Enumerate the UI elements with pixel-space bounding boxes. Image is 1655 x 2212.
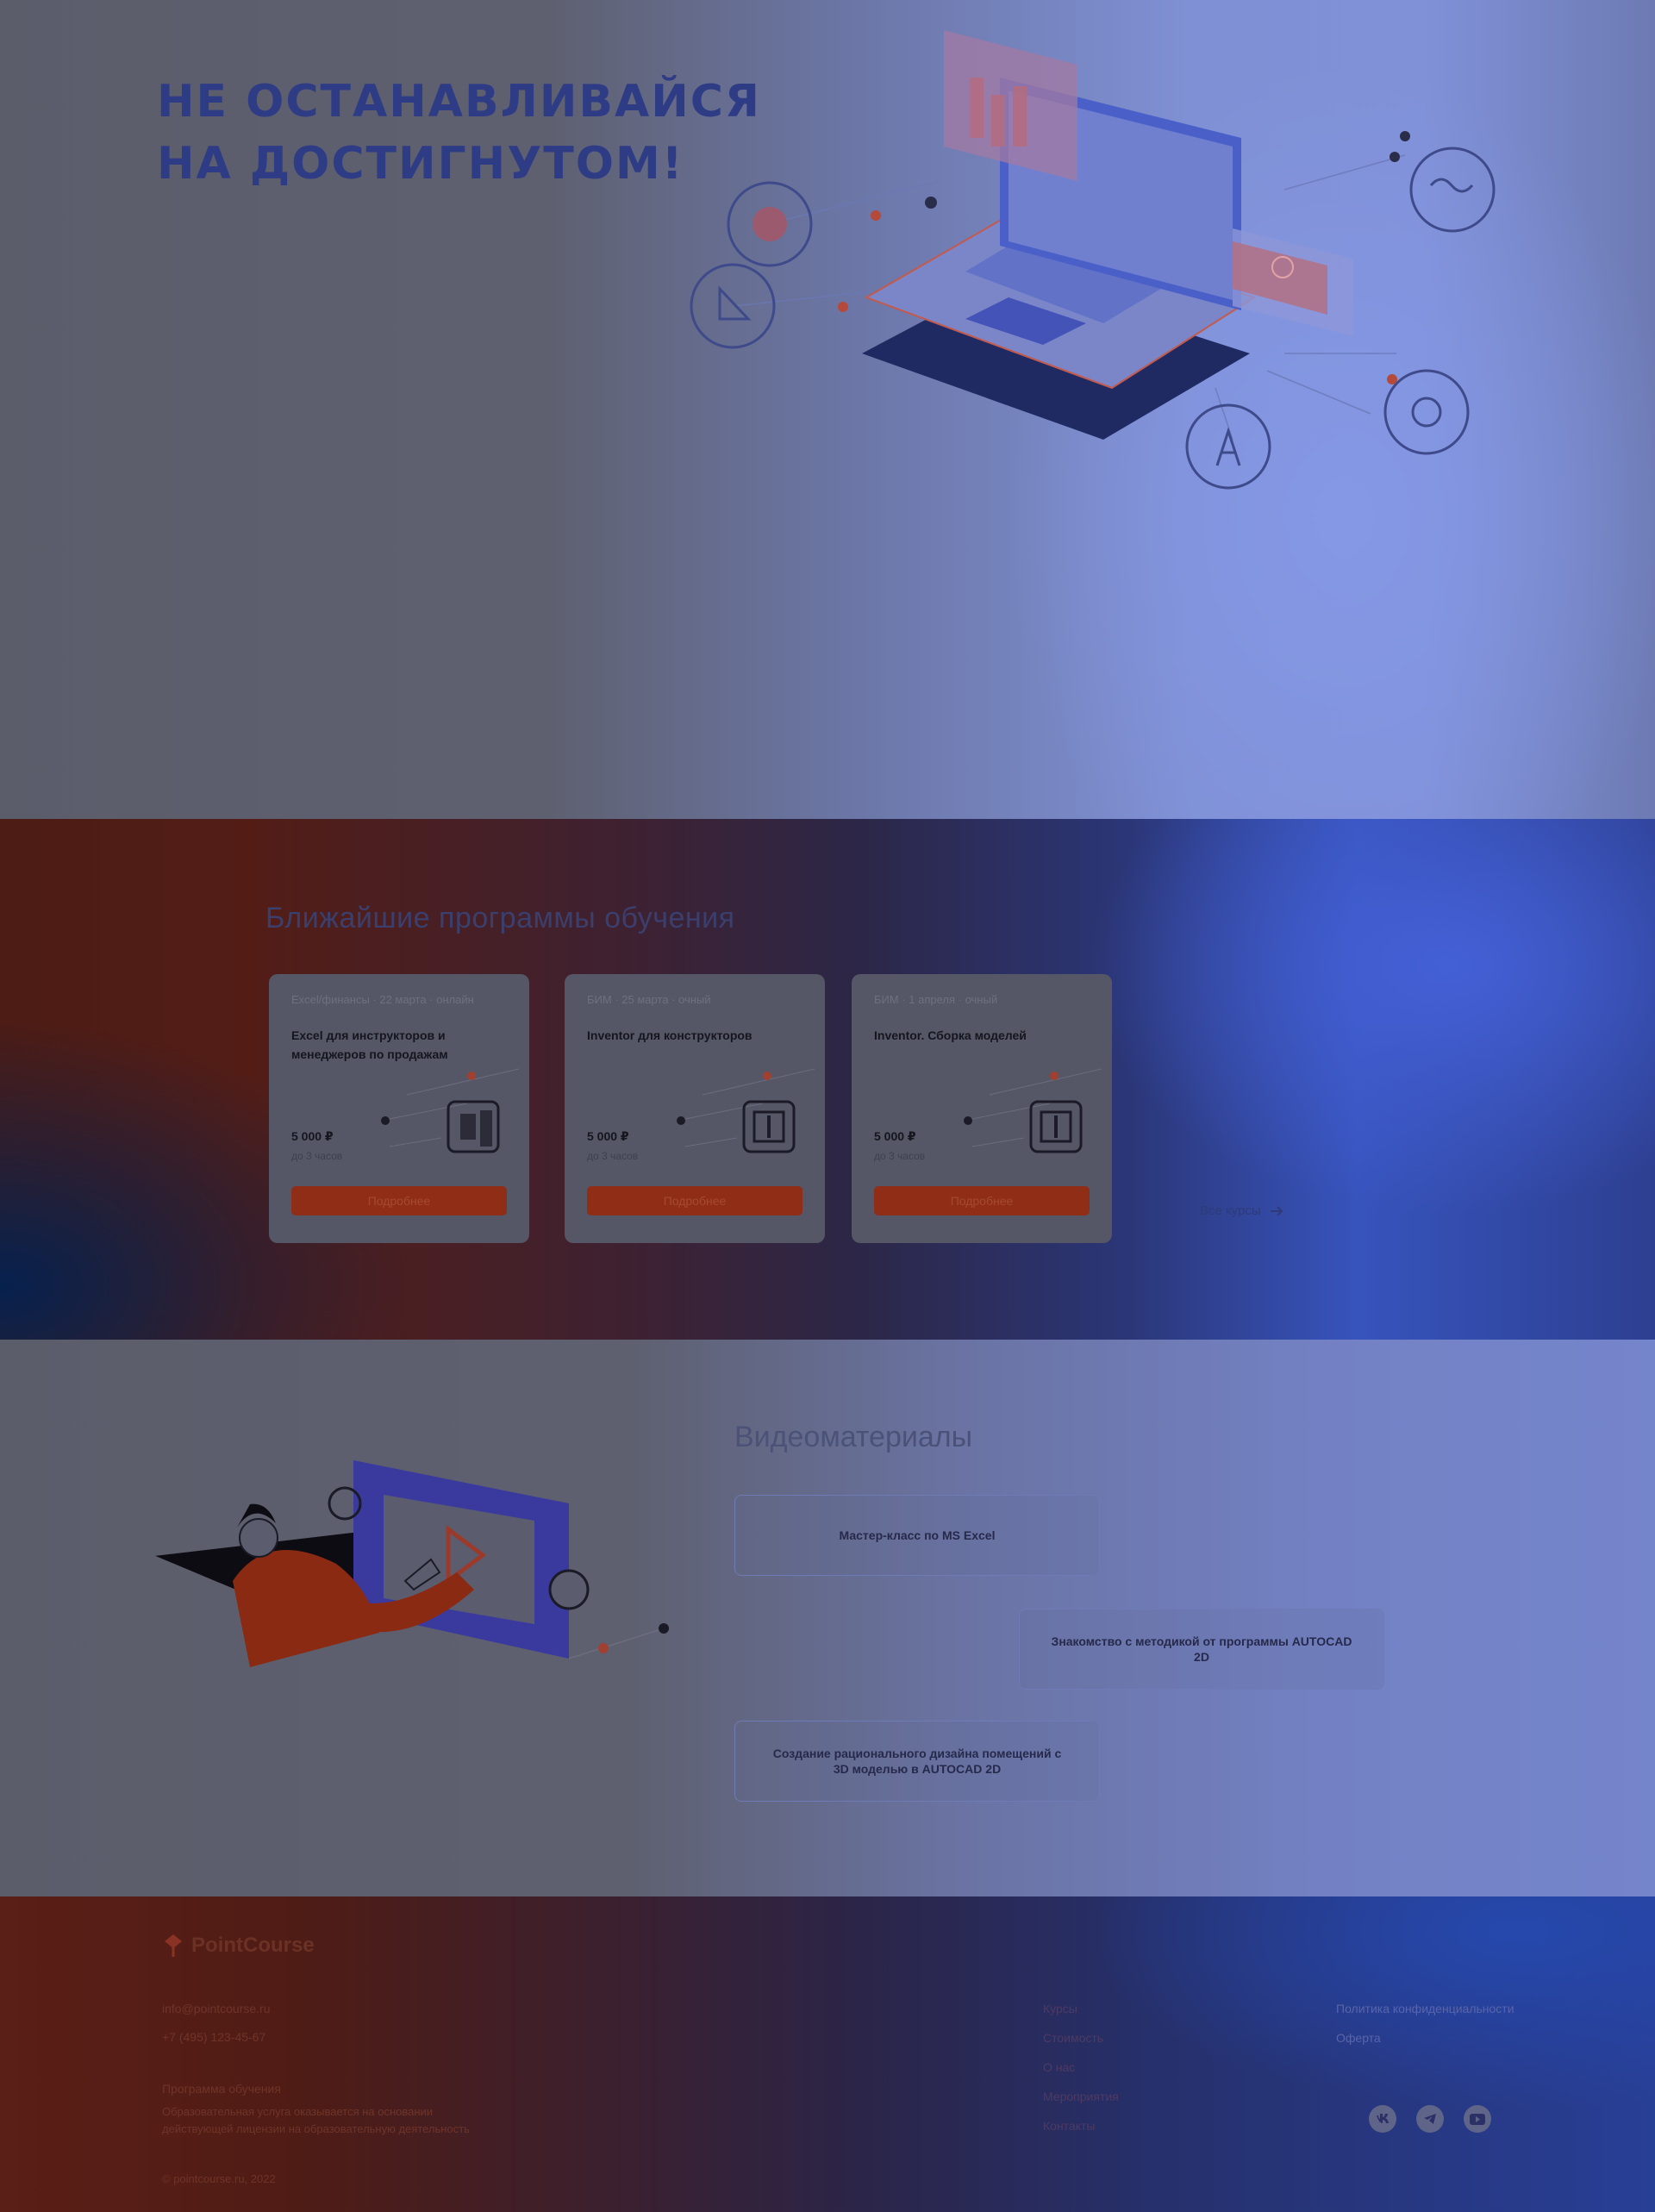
footer-nav-link[interactable]: О нас xyxy=(1043,2060,1075,2074)
logo-icon xyxy=(165,1934,182,1957)
course-card-meta: БИМ · 25 марта · очный xyxy=(587,993,711,1006)
course-card-meta: БИМ · 1 апреля · очный xyxy=(874,993,998,1006)
footer-info-line: действующей лицензии на образовательную … xyxy=(162,2122,470,2135)
all-courses-link[interactable]: Все курсы xyxy=(1200,1203,1283,1218)
footer-offer-link[interactable]: Оферта xyxy=(1336,2031,1381,2045)
course-card-title: Excel для инструкторов и менеджеров по п… xyxy=(291,1028,448,1061)
course-card[interactable]: БИМ · 25 марта · очный Inventor для конс… xyxy=(565,974,825,1243)
footer-email-link[interactable]: info@pointcourse.ru xyxy=(162,2002,271,2015)
course-details-button[interactable]: Подробнее xyxy=(587,1186,803,1215)
course-card-price-note: до 3 часов xyxy=(291,1150,343,1162)
video-lesson-illustration xyxy=(155,1460,669,1667)
footer-nav-link[interactable]: Курсы xyxy=(1043,2002,1077,2015)
course-details-button[interactable]: Подробнее xyxy=(291,1186,507,1215)
footer-info-title: Программа обучения xyxy=(162,2082,281,2096)
footer-nav-link[interactable]: Контакты xyxy=(1043,2119,1095,2133)
footer-privacy-link[interactable]: Политика конфиденциальности xyxy=(1336,2002,1514,2015)
footer-nav-link[interactable]: Стоимость xyxy=(1043,2031,1103,2045)
site-footer: PointCourse info@pointcourse.ru +7 (495)… xyxy=(0,1896,1655,2212)
course-card[interactable]: БИМ · 1 апреля · очный Inventor. Сборка … xyxy=(852,974,1112,1243)
course-card-price: 5 000 ₽ xyxy=(874,1129,916,1143)
vk-icon[interactable] xyxy=(1369,2105,1396,2133)
telegram-icon[interactable] xyxy=(1416,2105,1444,2133)
arrow-right-icon xyxy=(1270,1205,1283,1216)
course-card-title: Inventor для конструкторов xyxy=(587,1028,753,1042)
youtube-glyph-icon xyxy=(1470,2113,1485,2125)
footer-nav-link[interactable]: Мероприятия xyxy=(1043,2090,1119,2103)
course-card-price: 5 000 ₽ xyxy=(291,1129,334,1143)
telegram-glyph-icon xyxy=(1424,2114,1436,2124)
course-details-button[interactable]: Подробнее xyxy=(874,1186,1090,1215)
course-card-price-note: до 3 часов xyxy=(874,1150,926,1162)
videos-section: Видеоматериалы Мастер-класс по MS Excel … xyxy=(0,1340,1655,1896)
hero-title-line2: НА ДОСТИГНУТОМ! xyxy=(157,138,684,190)
course-card-title: Inventor. Сборка моделей xyxy=(874,1028,1027,1042)
course-card[interactable]: Excel/финансы · 22 марта · онлайн Excel … xyxy=(269,974,529,1243)
video-item[interactable]: Создание рационального дизайна помещений… xyxy=(734,1721,1100,1802)
video-item[interactable]: Знакомство с методикой от программы AUTO… xyxy=(1019,1609,1384,1690)
course-card-price-note: до 3 часов xyxy=(587,1150,639,1162)
hero-section: НЕ ОСТАНАВЛИВАЙСЯ НА ДОСТИГНУТОМ! xyxy=(0,0,1655,819)
youtube-icon[interactable] xyxy=(1464,2105,1491,2133)
programs-heading: Ближайшие программы обучения xyxy=(265,902,735,934)
laptop-illustration xyxy=(690,30,1496,490)
hero-title: НЕ ОСТАНАВЛИВАЙСЯ НА ДОСТИГНУТОМ! xyxy=(157,71,761,195)
course-card-price: 5 000 ₽ xyxy=(587,1129,629,1143)
hero-title-line1: НЕ ОСТАНАВЛИВАЙСЯ xyxy=(157,76,761,128)
footer-logo[interactable]: PointCourse xyxy=(162,1933,315,1959)
all-courses-label: Все курсы xyxy=(1200,1203,1261,1218)
footer-info-line: Образовательная услуга оказывается на ос… xyxy=(162,2105,434,2118)
vk-glyph-icon xyxy=(1377,2114,1389,2123)
programs-section: Ближайшие программы обучения Excel/финан… xyxy=(0,819,1655,1340)
footer-copyright: © pointcourse.ru, 2022 xyxy=(162,2172,276,2185)
footer-phone-link[interactable]: +7 (495) 123-45-67 xyxy=(162,2030,265,2044)
video-item[interactable]: Мастер-класс по MS Excel xyxy=(734,1495,1100,1576)
logo-text: PointCourse xyxy=(191,1934,315,1957)
videos-heading: Видеоматериалы xyxy=(734,1421,973,1453)
course-card-meta: Excel/финансы · 22 марта · онлайн xyxy=(291,993,474,1006)
